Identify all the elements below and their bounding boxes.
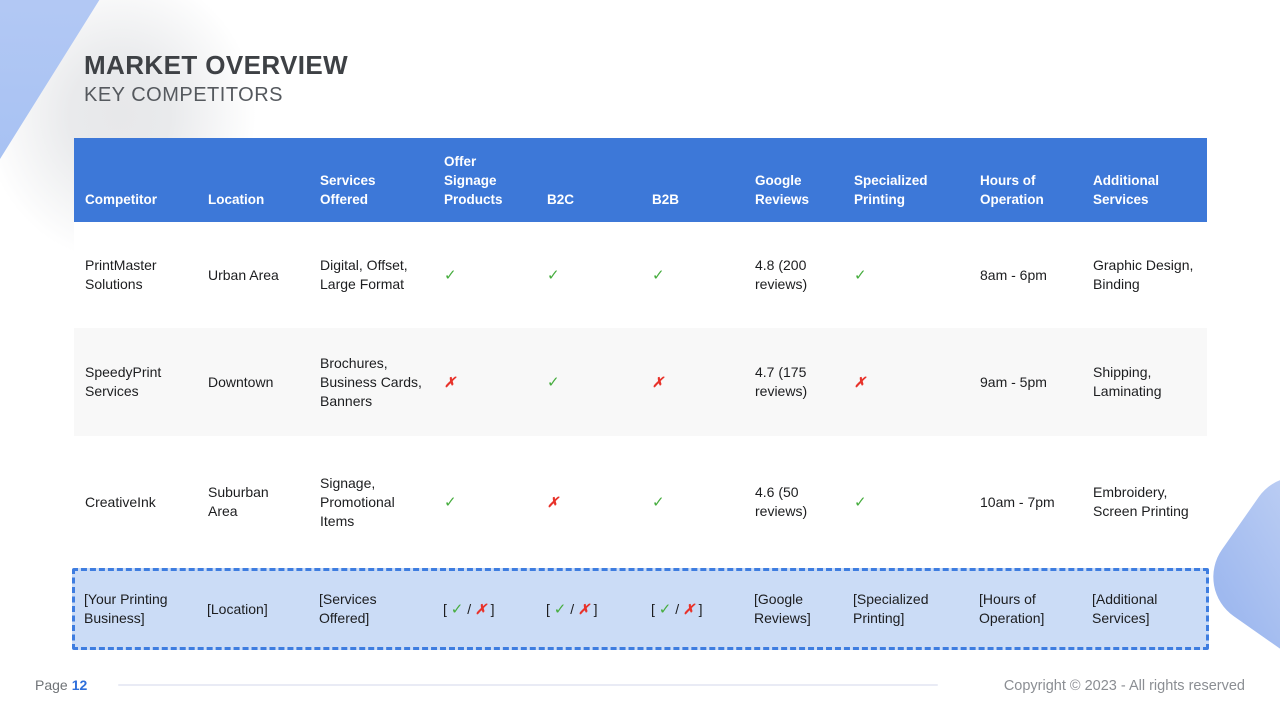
cell-specialized-printing: ✗ xyxy=(843,373,969,392)
cell-b2b: ✗ xyxy=(641,373,744,392)
cell-check-or-cross: [ ✓ / ✗ ] xyxy=(642,600,745,619)
column-header-b2b: B2B xyxy=(641,190,744,222)
cell-b2c: ✓ xyxy=(536,373,641,392)
copyright-text: Copyright © 2023 - All rights reserved xyxy=(1004,678,1245,694)
check-icon: ✓ xyxy=(652,494,665,511)
cell-google-reviews: 4.8 (200 reviews) xyxy=(744,256,843,294)
cell-google-reviews: [Google Reviews] xyxy=(745,590,844,628)
table-header-row: CompetitorLocationServices OfferedOffer … xyxy=(74,138,1207,222)
cell-check-or-cross: [ ✓ / ✗ ] xyxy=(434,600,537,619)
column-header-location: Location xyxy=(197,190,309,222)
cross-icon: ✗ xyxy=(652,374,664,390)
cell-google-reviews: 4.6 (50 reviews) xyxy=(744,483,843,521)
cell-additional-services: Shipping, Laminating xyxy=(1082,363,1207,401)
cross-icon: ✗ xyxy=(683,601,695,617)
cell-location: Downtown xyxy=(197,373,309,392)
column-header-additional-services: Additional Services xyxy=(1082,171,1207,222)
cell-b2c: ✗ xyxy=(536,493,641,512)
cell-hours-of-operation: [Hours of Operation] xyxy=(970,590,1083,628)
cell-offer-signage-products: ✓ xyxy=(433,493,536,512)
table-row-speedyprint-services: SpeedyPrint ServicesDowntownBrochures, B… xyxy=(74,328,1207,436)
cell-location: [Location] xyxy=(198,600,310,619)
cell-competitor: PrintMaster Solutions xyxy=(74,256,197,294)
cell-specialized-printing: ✓ xyxy=(843,493,969,512)
cell-competitor: SpeedyPrint Services xyxy=(74,363,197,401)
cross-icon: ✗ xyxy=(547,494,559,510)
check-icon: ✓ xyxy=(547,374,560,391)
cell-location: Urban Area xyxy=(197,266,309,285)
column-header-b2c: B2C xyxy=(536,190,641,222)
cell-services-offered: Brochures, Business Cards, Banners xyxy=(309,354,433,411)
cell-hours-of-operation: 8am - 6pm xyxy=(969,266,1082,285)
check-icon: ✓ xyxy=(451,601,464,618)
check-icon: ✓ xyxy=(659,601,672,618)
check-icon: ✓ xyxy=(444,494,457,511)
check-icon: ✓ xyxy=(854,494,867,511)
cell-location: Suburban Area xyxy=(197,483,309,521)
cell-services-offered: [Services Offered] xyxy=(310,590,434,628)
cell-b2c: ✓ xyxy=(536,266,641,285)
cell-additional-services: [Additional Services] xyxy=(1083,590,1208,628)
page-label: Page xyxy=(35,677,68,693)
check-icon: ✓ xyxy=(554,601,567,618)
competitor-table: CompetitorLocationServices OfferedOffer … xyxy=(74,138,1207,650)
cell-hours-of-operation: 10am - 7pm xyxy=(969,493,1082,512)
page-title: MARKET OVERVIEW xyxy=(84,50,348,80)
cell-additional-services: Graphic Design, Binding xyxy=(1082,256,1207,294)
check-icon: ✓ xyxy=(547,267,560,284)
check-icon: ✓ xyxy=(444,267,457,284)
footer-divider-line xyxy=(118,684,938,686)
page-number: 12 xyxy=(72,677,88,693)
column-header-google-reviews: Google Reviews xyxy=(744,171,843,222)
cross-icon: ✗ xyxy=(444,374,456,390)
cell-offer-signage-products: ✗ xyxy=(433,373,536,392)
title-block: MARKET OVERVIEW KEY COMPETITORS xyxy=(84,50,348,107)
cross-icon: ✗ xyxy=(578,601,590,617)
column-header-hours-of-operation: Hours of Operation xyxy=(969,171,1082,222)
cell-b2b: ✓ xyxy=(641,266,744,285)
footer-page-indicator: Page12 xyxy=(35,677,87,693)
cross-icon: ✗ xyxy=(854,374,866,390)
cell-additional-services: Embroidery, Screen Printing xyxy=(1082,483,1207,521)
column-header-competitor: Competitor xyxy=(74,190,197,222)
cell-competitor: [Your Printing Business] xyxy=(75,590,198,628)
cell-offer-signage-products: ✓ xyxy=(433,266,536,285)
cell-specialized-printing: [Specialized Printing] xyxy=(844,590,970,628)
table-body: PrintMaster SolutionsUrban AreaDigital, … xyxy=(74,222,1207,650)
cell-services-offered: Signage, Promotional Items xyxy=(309,474,433,531)
table-row-your-printing-business: [Your Printing Business][Location][Servi… xyxy=(72,568,1209,650)
column-header-offer-signage-products: Offer Signage Products xyxy=(433,152,536,222)
check-icon: ✓ xyxy=(854,267,867,284)
cell-hours-of-operation: 9am - 5pm xyxy=(969,373,1082,392)
cell-services-offered: Digital, Offset, Large Format xyxy=(309,256,433,294)
cell-google-reviews: 4.7 (175 reviews) xyxy=(744,363,843,401)
table-row-printmaster-solutions: PrintMaster SolutionsUrban AreaDigital, … xyxy=(74,222,1207,328)
page-subtitle: KEY COMPETITORS xyxy=(84,83,348,107)
cross-icon: ✗ xyxy=(475,601,487,617)
cell-check-or-cross: [ ✓ / ✗ ] xyxy=(537,600,642,619)
cell-specialized-printing: ✓ xyxy=(843,266,969,285)
column-header-specialized-printing: Specialized Printing xyxy=(843,171,969,222)
column-header-services-offered: Services Offered xyxy=(309,171,433,222)
table-row-creativeink: CreativeInkSuburban AreaSignage, Promoti… xyxy=(74,436,1207,568)
cell-b2b: ✓ xyxy=(641,493,744,512)
check-icon: ✓ xyxy=(652,267,665,284)
cell-competitor: CreativeInk xyxy=(74,493,197,512)
